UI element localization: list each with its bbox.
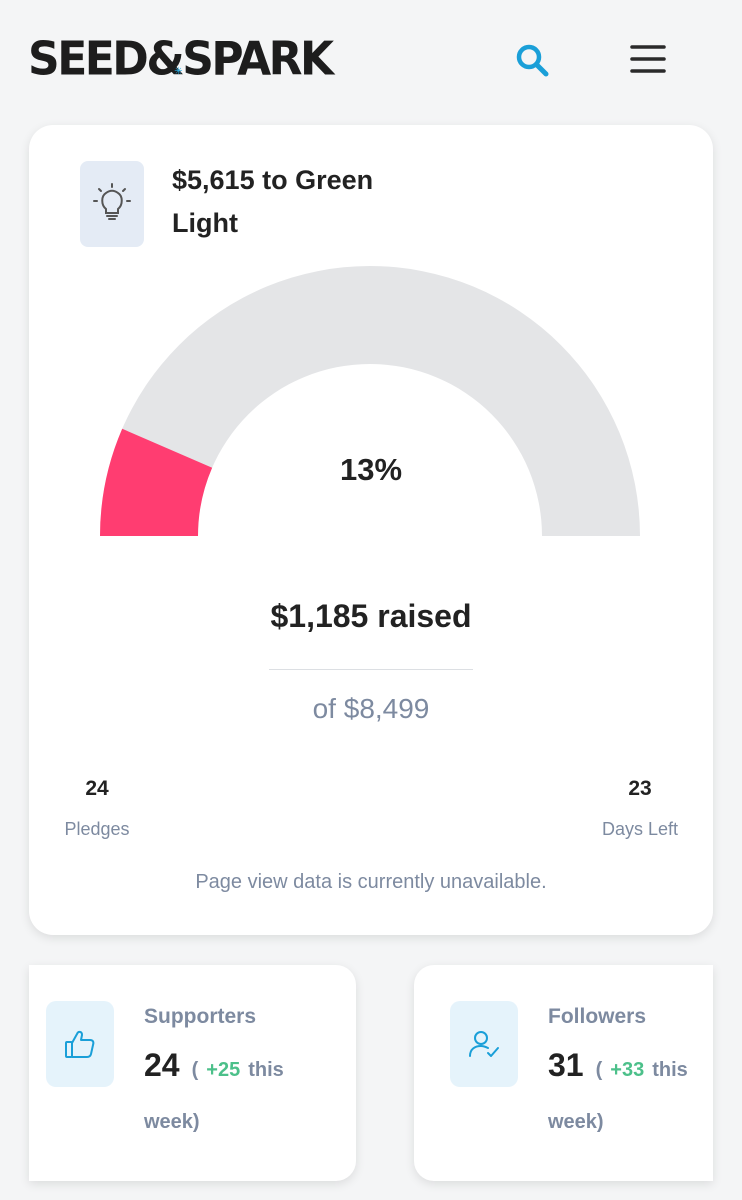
supporters-this-word: this [248,1059,284,1081]
page-view-note: Page view data is currently unavailable. [195,871,547,893]
search-button[interactable] [512,40,552,80]
logo-text-left: SEED [28,32,149,87]
logo[interactable]: SEED&SPARK [28,31,334,101]
hamburger-menu-icon [630,45,666,73]
search-icon [516,44,549,77]
progress-gauge [100,266,640,536]
supporters-icon-badge [46,1001,114,1087]
days-left-count: 23 [628,777,652,800]
menu-button[interactable] [628,40,668,80]
logo-text-right: SPARK [182,32,334,87]
progress-percent: 13% [339,452,403,487]
divider [269,669,473,670]
supporters-count: 24 [144,1047,180,1083]
pledges-label: Pledges [64,819,130,839]
page: SEED&SPARK $5,615 to Green Light 13% $1,… [0,0,742,1200]
campaign-progress-card: $5,615 to Green Light 13% $1,185 raised … [29,125,713,935]
followers-count: 31 [548,1047,584,1083]
green-light-goal-title: $5,615 to Green Light [172,165,374,238]
followers-open-paren: ( [595,1059,603,1081]
days-left-label: Days Left [601,819,679,839]
supporters-label: Supporters [144,1005,257,1028]
lightbulb-icon [93,183,131,220]
funding-goal: of $8,499 [312,693,430,724]
header: SEED&SPARK [0,0,742,110]
amount-raised: $1,185 raised [270,598,472,634]
supporters-weekly-delta: +25 [206,1059,241,1081]
supporters-card[interactable]: Supporters 24 ( +25 this week) [29,965,356,1181]
user-check-icon [469,1031,499,1057]
thumbs-up-icon [65,1030,95,1058]
supporters-week-word: week) [144,1111,200,1133]
supporters-open-paren: ( [191,1059,199,1081]
followers-stats: 31 ( +33 this week) [548,1039,713,1148]
followers-label: Followers [548,1005,647,1028]
followers-icon-badge [450,1001,518,1087]
followers-card[interactable]: Followers 31 ( +33 this week) [414,965,713,1181]
supporters-stats: 24 ( +25 this week) [144,1039,344,1148]
pledges-count: 24 [85,777,109,800]
followers-this-word: this [652,1059,688,1081]
followers-week-word: week) [548,1111,604,1133]
followers-weekly-delta: +33 [610,1059,645,1081]
lightbulb-badge [80,161,144,247]
